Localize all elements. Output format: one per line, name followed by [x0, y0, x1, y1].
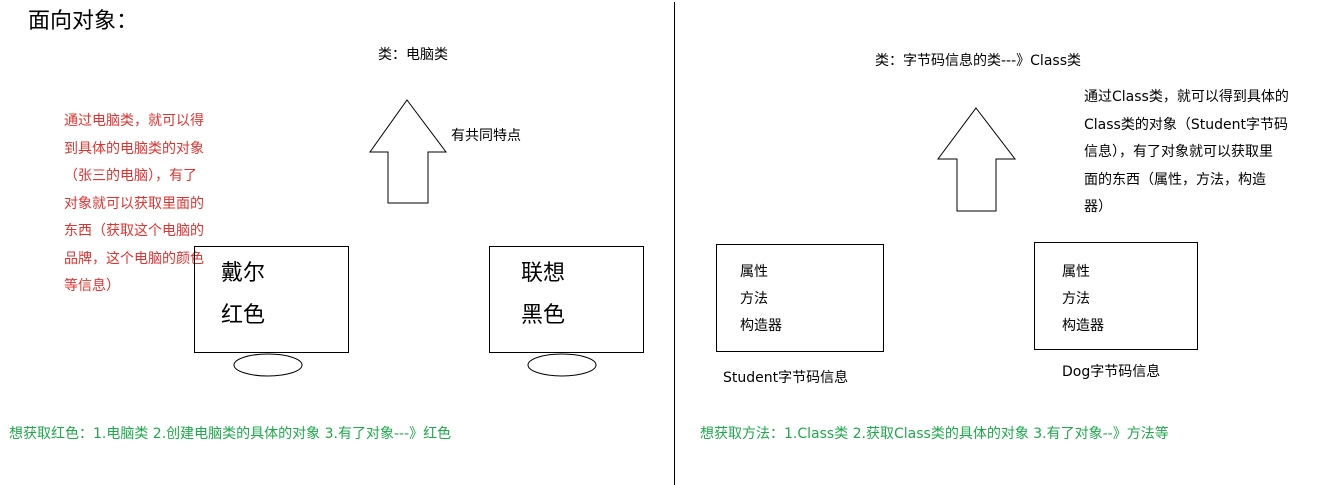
explanation-line: 品牌，这个电脑的颜色: [64, 250, 204, 267]
dell-brand: 戴尔: [221, 261, 266, 286]
lenovo-color: 黑色: [521, 303, 566, 328]
class-class-label: 类：字节码信息的类---》Class类: [875, 53, 1081, 69]
explanation-line: 到具体的电脑类的对象: [64, 140, 204, 157]
explanation-line: 面的东西（属性，方法，构造: [1084, 171, 1266, 188]
lenovo-monitor: 联想 黑色: [489, 246, 644, 353]
explanation-line: 对象就可以获取里面的: [64, 195, 204, 212]
dog-method-item: 方法: [1062, 291, 1090, 307]
dell-monitor-stand: [233, 353, 303, 377]
explanation-line: 等信息）: [64, 278, 120, 294]
dog-bytecode-caption: Dog字节码信息: [1062, 364, 1161, 380]
explanation-line: 信息），有了对象就可以获取里: [1084, 144, 1273, 160]
left-summary: 想获取红色：1.电脑类 2.创建电脑类的具体的对象 3.有了对象---》红色: [9, 426, 452, 442]
class-class-explanation: 通过Class类，就可以得到具体的 Class类的对象（Student字节码 信…: [1084, 84, 1289, 222]
student-method-item: 方法: [740, 291, 768, 307]
computer-class-explanation: 通过电脑类，就可以得 到具体的电脑类的对象 （张三的电脑），有了 对象就可以获取…: [64, 108, 204, 301]
student-bytecode-caption: Student字节码信息: [723, 370, 849, 386]
lenovo-monitor-stand: [527, 353, 597, 377]
left-up-arrow: [369, 99, 447, 204]
dog-field-item: 属性: [1062, 264, 1090, 280]
student-field-item: 属性: [740, 264, 768, 280]
right-up-arrow: [937, 107, 1017, 212]
explanation-line: （张三的电脑），有了: [64, 168, 197, 184]
explanation-line: 东西（获取这个电脑的: [64, 223, 204, 239]
common-traits-note: 有共同特点: [451, 128, 521, 144]
explanation-line: 通过Class类，就可以得到具体的: [1084, 89, 1289, 105]
lenovo-brand: 联想: [521, 261, 566, 286]
dog-bytecode-box: 属性 方法 构造器: [1034, 242, 1198, 350]
right-summary: 想获取方法：1.Class类 2.获取Class类的具体的对象 3.有了对象--…: [700, 426, 1169, 442]
explanation-line: 器）: [1084, 199, 1112, 215]
dell-color: 红色: [221, 303, 266, 328]
dell-monitor: 戴尔 红色: [194, 246, 349, 353]
explanation-line: 通过电脑类，就可以得: [64, 113, 204, 129]
computer-class-label: 类：电脑类: [378, 47, 448, 63]
student-constructor-item: 构造器: [740, 318, 782, 334]
student-bytecode-box: 属性 方法 构造器: [716, 244, 884, 352]
dog-constructor-item: 构造器: [1062, 318, 1104, 334]
explanation-line: Class类的对象（Student字节码: [1084, 116, 1288, 133]
